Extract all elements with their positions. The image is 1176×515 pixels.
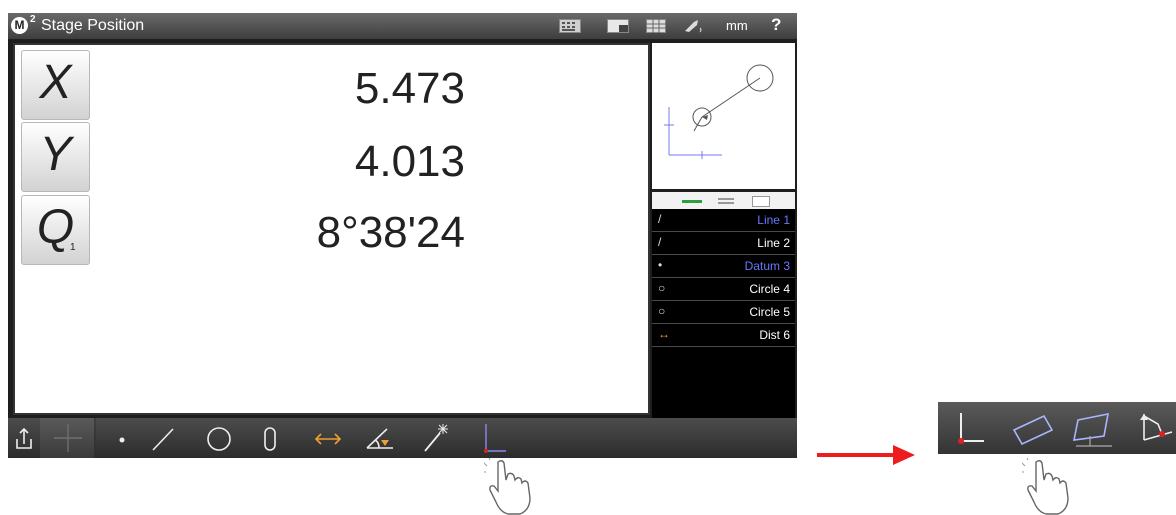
view-layout-icon[interactable]: [607, 19, 629, 33]
part-view-preview[interactable]: [652, 43, 795, 189]
circle-icon: ○: [658, 304, 666, 318]
axis-y-value: 4.013: [354, 137, 465, 186]
line-icon[interactable]: [148, 418, 178, 458]
crosshair-icon[interactable]: [40, 418, 96, 458]
feature-label: Datum 3: [744, 259, 790, 273]
feature-label: Dist 6: [759, 328, 790, 342]
probe-icon[interactable]: [684, 19, 706, 33]
magic-wand-icon[interactable]: [420, 418, 452, 458]
tab-list-icon[interactable]: [718, 198, 734, 200]
feature-row-circle-4[interactable]: ○ Circle 4: [652, 278, 795, 301]
keypad-icon[interactable]: [559, 19, 581, 33]
slot-icon[interactable]: [260, 418, 280, 458]
pointing-hand-icon: [1022, 458, 1069, 515]
circle-icon: ○: [658, 281, 666, 295]
line-icon: /: [658, 235, 662, 249]
feature-label: Circle 5: [749, 305, 790, 319]
tab-indicator-active[interactable]: [682, 200, 702, 203]
circle-icon[interactable]: [204, 418, 234, 458]
skew-submenu-strip: [938, 402, 1176, 454]
app-window: M 2 Stage Position mm ? X 5.473 Y 4.013 …: [8, 13, 797, 458]
feature-row-line-2[interactable]: / Line 2: [652, 232, 795, 255]
axis-q-value: 8°38'24: [316, 208, 465, 257]
point-icon[interactable]: [112, 418, 132, 458]
feature-label: Circle 4: [749, 282, 790, 296]
measure-toolbar: [8, 418, 797, 458]
dro-readout-panel: X 5.473 Y 4.013 Q 1 8°38'24: [13, 43, 650, 415]
export-icon[interactable]: [8, 418, 40, 458]
feature-row-dist-6[interactable]: ↔ Dist 6: [652, 324, 795, 347]
point-icon: •: [658, 258, 663, 272]
axis-x-value: 5.473: [354, 64, 465, 113]
skew-icon[interactable]: [948, 408, 988, 448]
m2-logo: M: [11, 17, 28, 34]
feature-label: Line 2: [757, 236, 790, 250]
rectangle-icon[interactable]: [1006, 408, 1058, 448]
distance-icon[interactable]: [312, 418, 344, 458]
angle-datum-icon[interactable]: [1136, 406, 1176, 450]
feature-tabs[interactable]: [652, 192, 795, 209]
feature-row-circle-5[interactable]: ○ Circle 5: [652, 301, 795, 324]
table-view-icon[interactable]: [646, 19, 666, 33]
title-bar: M 2 Stage Position mm ?: [8, 13, 797, 39]
logo-superscript: 2: [30, 14, 36, 25]
help-button[interactable]: ?: [771, 15, 781, 35]
feature-list: / Line 1 / Line 2 • Datum 3 ○ Circle 4 ○…: [652, 209, 795, 419]
plane-rectangle-icon[interactable]: [1068, 406, 1122, 450]
skew-icon[interactable]: [478, 418, 510, 458]
tab-view-icon[interactable]: [752, 196, 770, 207]
red-arrow-icon: [817, 445, 915, 465]
pointing-hand-icon: [484, 458, 531, 515]
window-title: Stage Position: [41, 17, 145, 34]
feature-row-line-1[interactable]: / Line 1: [652, 209, 795, 232]
units-button[interactable]: mm: [726, 18, 748, 33]
feature-row-datum-3[interactable]: • Datum 3: [652, 255, 795, 278]
feature-label: Line 1: [757, 213, 790, 227]
distance-icon: ↔: [658, 327, 670, 341]
angle-icon[interactable]: [363, 418, 397, 458]
line-icon: /: [658, 212, 662, 226]
